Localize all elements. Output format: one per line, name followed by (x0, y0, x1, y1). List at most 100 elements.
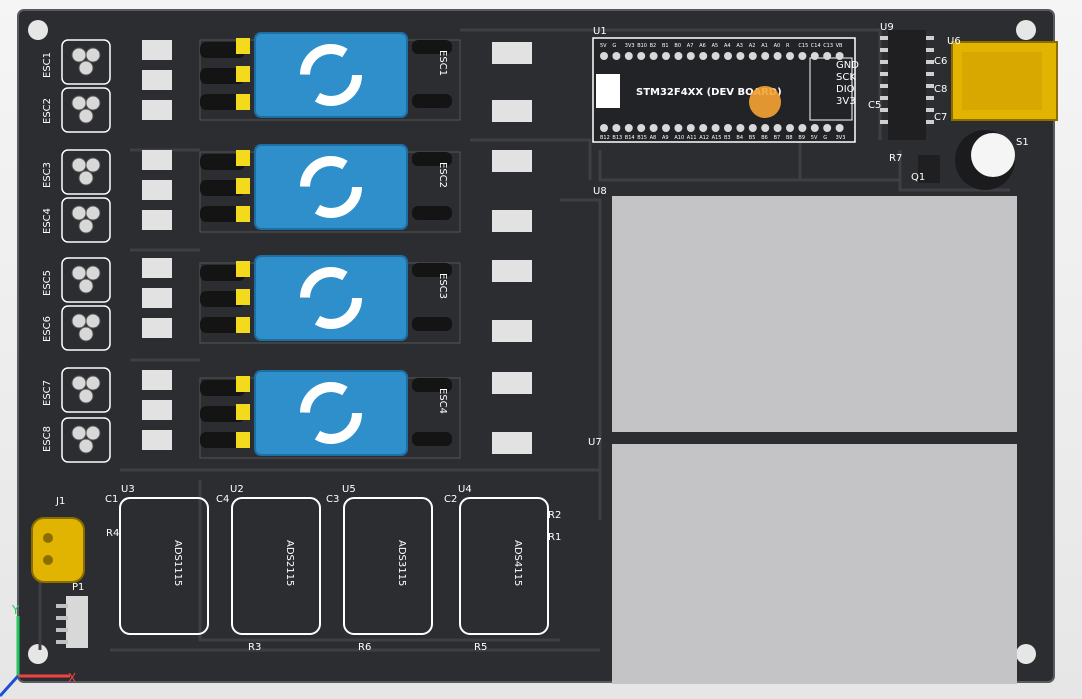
adc-part-label: ADS3115 (396, 540, 407, 586)
debug-pin: GND (836, 60, 859, 71)
ref-c6: C6 (934, 56, 947, 67)
mcu-top-pin-label: A4 (724, 43, 731, 49)
debug-pin: DIO (836, 84, 855, 95)
mcu-bottom-pin-pad (823, 124, 832, 132)
mcu-bottom-pin-label: 5V (811, 135, 818, 141)
esc-label: ESC6 (42, 316, 53, 342)
debug-pin: SCK (836, 72, 856, 83)
mcu-top-pin-label: 5V (600, 43, 607, 49)
u7-heatsink[interactable] (612, 444, 1017, 684)
u9-ic[interactable] (880, 30, 934, 140)
mcu-top-pin-label: A2 (749, 43, 756, 49)
mcu-bottom-pin-label: B5 (749, 135, 756, 141)
j1-power-connector[interactable] (31, 517, 85, 583)
mcu-top-pin-label: A6 (699, 43, 706, 49)
ref-j1: J1 (55, 496, 65, 507)
ref-c7: C7 (934, 112, 947, 123)
esc-label: ESC1 (42, 52, 53, 78)
mcu-bottom-pin-label: B15 (637, 135, 647, 141)
u6-connector[interactable] (951, 41, 1058, 121)
mcu-bottom-pin-label: B12 (600, 135, 610, 141)
mcu-top-pin-pad (724, 52, 732, 60)
mcu-top-pin-pad (835, 52, 844, 60)
esc-module-label: ESC1 (437, 50, 448, 76)
mcu-bottom-pin-label: A15 (712, 135, 722, 141)
mcu-bottom-pin-pad (612, 124, 621, 132)
u8-heatsink[interactable] (612, 196, 1017, 432)
ref-r2: R2 (548, 510, 561, 521)
mcu-bottom-pin-pad (835, 124, 844, 132)
mcu-bottom-pin-label: 3V3 (836, 135, 846, 141)
mcu-top-pin-label: C14 (811, 43, 821, 49)
mcu-bottom-pin-label: A10 (674, 135, 684, 141)
mcu-bottom-pin-pad (773, 124, 782, 132)
debug-pin: 3V3 (836, 96, 856, 107)
pcb-board-render[interactable]: ESC1 ESC2 ESC3 ESC4 ESC5 ESC6 ESC7 ESC8 (0, 0, 1082, 699)
esc-label: ESC2 (42, 98, 53, 124)
mcu-bottom-pin-pad (686, 124, 695, 132)
mcu-top-pin-pad (637, 52, 646, 60)
mcu-bottom-pin-pad (637, 124, 646, 132)
esc-module-label: ESC3 (437, 273, 448, 299)
mcu-bottom-pin-label: A9 (662, 135, 669, 141)
mcu-top-pin-pad (624, 52, 633, 60)
mcu-bottom-pin-pad (798, 124, 807, 132)
mcu-bottom-pin-pad (649, 124, 658, 132)
esc-module-label: ESC4 (437, 388, 448, 414)
ref-u6: U6 (947, 36, 961, 47)
mcu-top-pin-pad (798, 52, 807, 60)
mcu-top-pin-label: A0 (774, 43, 781, 49)
mcu-top-pin-label: 3V3 (625, 43, 635, 49)
adc-ref: U2 (230, 484, 244, 495)
adc-cap-ref: C4 (216, 494, 229, 505)
ref-u1: U1 (593, 26, 607, 37)
mcu-top-pin-pad (736, 52, 745, 60)
ref-p1: P1 (72, 582, 84, 593)
mcu-top-pin-pad (699, 52, 708, 60)
mcu-bottom-pin-label: B13 (612, 135, 622, 141)
mcu-top-pin-pad (773, 52, 782, 60)
mcu-bottom-pin-pad (761, 124, 770, 132)
esc-module-label: ESC2 (437, 162, 448, 188)
mcu-bottom-pin-pad (724, 124, 732, 132)
mcu-top-pin-pad (761, 52, 770, 60)
ref-r4: R4 (106, 528, 119, 539)
mcu-top-pin-pad (649, 52, 658, 60)
mcu-top-pin-label: A5 (712, 43, 719, 49)
mcu-bottom-pin-label: B3 (724, 135, 731, 141)
mcu-bottom-pin-label: B6 (761, 135, 768, 141)
mcu-bottom-pin-pad (748, 124, 757, 132)
mcu-top-pin-label: A1 (761, 43, 768, 49)
mcu-top-pin-pad (612, 52, 621, 60)
mcu-top-pin-pad (662, 52, 670, 60)
adc-part-label: ADS1115 (172, 540, 183, 586)
mcu-bottom-pin-label: B14 (625, 135, 635, 141)
adc-res-ref: R5 (474, 642, 487, 653)
adc-res-ref: R3 (248, 642, 261, 653)
mcu-top-pin-pad (686, 52, 695, 60)
mcu-bottom-pin-pad (674, 124, 683, 132)
mcu-bottom-pin-pad (810, 124, 819, 132)
adc-part-label: ADS4115 (512, 540, 523, 586)
ref-u8: U8 (593, 186, 607, 197)
mcu-top-pin-label: C15 (798, 43, 808, 49)
mcu-top-pin-label: B0 (674, 43, 681, 49)
mcu-bottom-pin-label: A12 (699, 135, 709, 141)
mcu-bottom-pin-label: B9 (798, 135, 805, 141)
axis-y-label: Y (11, 603, 20, 617)
mcu-top-pin-label: B1 (662, 43, 669, 49)
pcb-viewport[interactable]: ESC1 ESC2 ESC3 ESC4 ESC5 ESC6 ESC7 ESC8 (0, 0, 1082, 699)
adc-ref: U5 (342, 484, 356, 495)
mcu-bottom-pin-pad (600, 124, 608, 132)
ref-u9: U9 (880, 22, 894, 33)
mcu-top-pin-label: A7 (687, 43, 694, 49)
esc-label: ESC7 (42, 380, 53, 406)
mcu-top-pin-pad (674, 52, 683, 60)
s1-buzzer[interactable] (955, 130, 1015, 190)
mcu-bottom-pin-label: B7 (774, 135, 781, 141)
mcu-top-pin-label: B10 (637, 43, 647, 49)
adc-cap-ref: C2 (444, 494, 457, 505)
mcu-top-pin-label: C13 (823, 43, 833, 49)
mcu-bottom-pin-pad (662, 124, 670, 132)
esc-label: ESC4 (42, 208, 53, 234)
